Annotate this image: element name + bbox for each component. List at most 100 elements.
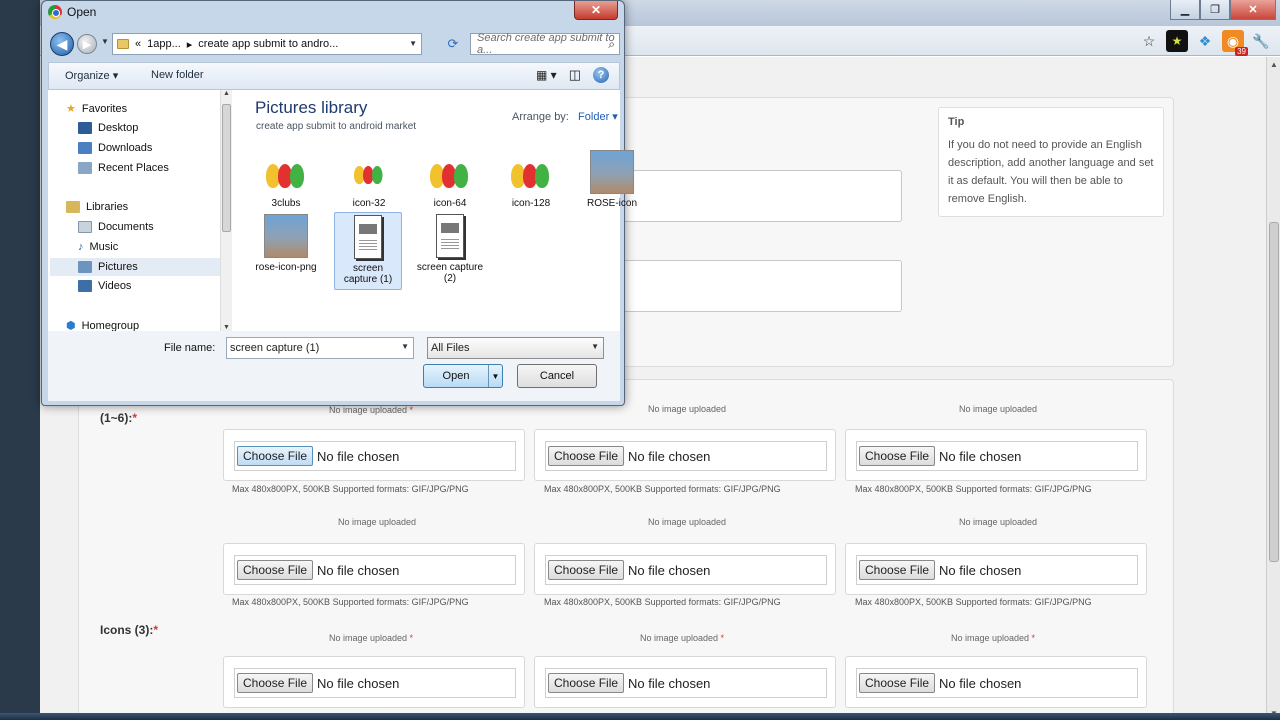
file-name-dropdown-icon[interactable]: ▼ bbox=[401, 342, 409, 351]
videos-icon bbox=[78, 280, 92, 292]
nav-downloads[interactable]: Downloads bbox=[78, 142, 152, 154]
help-icon[interactable]: ? bbox=[593, 67, 609, 83]
icon-upload-2: Choose File No file chosen bbox=[534, 656, 836, 708]
file-item[interactable]: icon-32 bbox=[335, 148, 403, 209]
address-dropdown-icon[interactable]: ▼ bbox=[409, 39, 417, 48]
file-input[interactable]: Choose File No file chosen bbox=[545, 555, 827, 585]
address-prefix[interactable]: « bbox=[135, 38, 141, 50]
choose-file-button[interactable]: Choose File bbox=[859, 446, 936, 466]
new-folder-button[interactable]: New folder bbox=[151, 69, 204, 81]
choose-file-button[interactable]: Choose File bbox=[237, 560, 314, 580]
file-input[interactable]: Choose File No file chosen bbox=[856, 441, 1138, 471]
nav-pane-scrollbar[interactable]: ▲ ▼ bbox=[220, 90, 232, 331]
screenshot-upload-2: Choose File No file chosen bbox=[534, 429, 836, 481]
music-icon: ♪ bbox=[78, 241, 84, 253]
format-hint: Max 480x800PX, 500KB Supported formats: … bbox=[544, 597, 781, 607]
file-input[interactable]: Choose File No file chosen bbox=[856, 555, 1138, 585]
extension-icon[interactable]: ❖ bbox=[1194, 30, 1216, 52]
address-bar[interactable]: « 1app... ▸ create app submit to andro..… bbox=[112, 33, 422, 55]
no-image-text: No image uploaded * bbox=[328, 633, 414, 643]
choose-file-button[interactable]: Choose File bbox=[548, 446, 625, 466]
minimize-button[interactable]: ▁ bbox=[1170, 0, 1200, 20]
extension-star-icon[interactable]: ★ bbox=[1166, 30, 1188, 52]
file-name: icon-32 bbox=[352, 198, 386, 209]
file-input[interactable]: Choose File No file chosen bbox=[234, 668, 516, 698]
organize-menu[interactable]: Organize ▾ bbox=[65, 69, 118, 82]
nav-documents[interactable]: Documents bbox=[78, 221, 154, 233]
nav-pictures[interactable]: Pictures bbox=[50, 258, 220, 276]
breadcrumb-1[interactable]: 1app... bbox=[147, 38, 181, 50]
choose-file-button[interactable]: Choose File bbox=[548, 673, 625, 693]
nav-scroll-down-icon[interactable]: ▼ bbox=[223, 324, 230, 331]
file-input[interactable]: Choose File No file chosen bbox=[856, 668, 1138, 698]
choose-file-button[interactable]: Choose File bbox=[859, 673, 936, 693]
browser-close-button[interactable]: ✕ bbox=[1230, 0, 1276, 20]
page-scrollbar[interactable]: ▲ ▼ bbox=[1266, 57, 1280, 720]
nav-videos[interactable]: Videos bbox=[78, 280, 131, 292]
scroll-thumb[interactable] bbox=[1269, 222, 1279, 562]
documents-icon bbox=[78, 221, 92, 233]
chrome-logo-icon bbox=[48, 5, 62, 19]
rss-icon[interactable]: ◉ 39 bbox=[1222, 30, 1248, 56]
dialog-close-button[interactable]: ✕ bbox=[574, 1, 618, 20]
nav-scroll-thumb[interactable] bbox=[222, 104, 231, 232]
image-thumbnail-icon bbox=[266, 156, 306, 188]
cancel-button[interactable]: Cancel bbox=[517, 364, 597, 388]
wrench-icon[interactable]: 🔧 bbox=[1250, 30, 1272, 52]
choose-file-button[interactable]: Choose File bbox=[859, 560, 936, 580]
file-input[interactable]: Choose File No file chosen bbox=[545, 441, 827, 471]
dialog-titlebar: Open bbox=[48, 5, 96, 19]
search-icon[interactable]: ⌕ bbox=[608, 37, 615, 52]
nav-recent-places[interactable]: Recent Places bbox=[78, 162, 169, 174]
open-button[interactable]: Open ▼ bbox=[423, 364, 503, 388]
no-file-chosen: No file chosen bbox=[628, 448, 711, 464]
back-arrow-icon[interactable]: ◀ bbox=[50, 32, 74, 56]
file-item[interactable]: screen capture (2) bbox=[416, 212, 484, 284]
maximize-button[interactable]: ❐ bbox=[1200, 0, 1230, 20]
choose-file-button[interactable]: Choose File bbox=[548, 560, 625, 580]
recent-places-icon bbox=[78, 162, 92, 174]
choose-file-button[interactable]: Choose File bbox=[237, 673, 314, 693]
history-dropdown-icon[interactable]: ▼ bbox=[101, 37, 109, 46]
file-input[interactable]: Choose File No file chosen bbox=[234, 441, 516, 471]
nav-music[interactable]: ♪ Music bbox=[78, 241, 118, 253]
libraries-icon bbox=[66, 201, 80, 213]
file-name: icon-64 bbox=[433, 198, 467, 209]
forward-arrow-icon[interactable]: ▶ bbox=[77, 34, 97, 54]
screenshot-upload-1: Choose File No file chosen bbox=[223, 429, 525, 481]
nav-desktop[interactable]: Desktop bbox=[78, 122, 138, 134]
file-item[interactable]: icon-64 bbox=[416, 148, 484, 209]
taskbar bbox=[0, 713, 1280, 720]
file-input[interactable]: Choose File No file chosen bbox=[545, 668, 827, 698]
bookmark-star-icon[interactable]: ☆ bbox=[1138, 30, 1160, 52]
breadcrumb-2[interactable]: create app submit to andro... bbox=[198, 38, 338, 50]
file-type-dropdown-icon[interactable]: ▼ bbox=[591, 342, 599, 351]
arrange-by-dropdown[interactable]: Folder ▾ bbox=[578, 111, 618, 123]
screenshot-upload-3: Choose File No file chosen bbox=[845, 429, 1147, 481]
search-input[interactable]: Search create app submit to a... ⌕ bbox=[470, 32, 620, 56]
star-icon: ★ bbox=[66, 103, 76, 115]
nav-scroll-up-icon[interactable]: ▲ bbox=[223, 90, 230, 97]
refresh-icon[interactable]: ⟳ bbox=[443, 35, 463, 53]
file-name: screen capture (2) bbox=[416, 262, 484, 284]
no-image-text: No image uploaded * bbox=[639, 633, 725, 643]
choose-file-button[interactable]: Choose File bbox=[237, 446, 314, 466]
file-item-selected[interactable]: screen capture (1) bbox=[334, 212, 402, 290]
file-item[interactable]: ROSE-icon bbox=[578, 148, 646, 209]
file-item[interactable]: rose-icon-png bbox=[252, 212, 320, 273]
file-type-select[interactable]: All Files ▼ bbox=[427, 337, 604, 359]
arrange-by: Arrange by: Folder ▾ bbox=[512, 111, 618, 123]
view-options-icon[interactable]: ▦ ▾ bbox=[536, 68, 557, 82]
nav-libraries[interactable]: Libraries bbox=[66, 201, 128, 213]
file-item[interactable]: 3clubs bbox=[252, 148, 320, 209]
scroll-up-icon[interactable]: ▲ bbox=[1267, 57, 1280, 71]
preview-pane-icon[interactable]: ◫ bbox=[569, 67, 581, 83]
no-file-chosen: No file chosen bbox=[939, 675, 1022, 691]
format-hint: Max 480x800PX, 500KB Supported formats: … bbox=[232, 484, 469, 494]
file-item[interactable]: icon-128 bbox=[497, 148, 565, 209]
open-split-dropdown-icon[interactable]: ▼ bbox=[488, 365, 502, 387]
file-input[interactable]: Choose File No file chosen bbox=[234, 555, 516, 585]
no-file-chosen: No file chosen bbox=[939, 562, 1022, 578]
file-name-input[interactable]: screen capture (1) ▼ bbox=[226, 337, 414, 359]
nav-favorites[interactable]: ★ Favorites bbox=[66, 102, 127, 116]
